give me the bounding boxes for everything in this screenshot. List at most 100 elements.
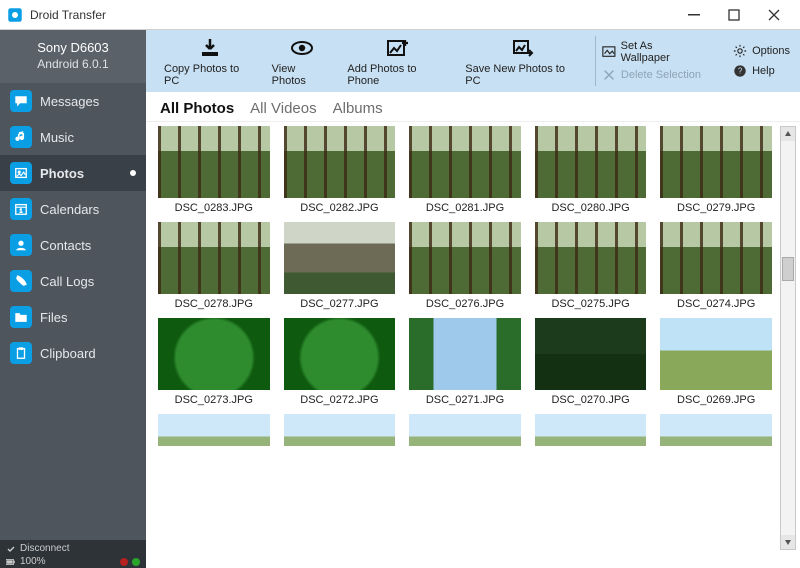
sidebar-item-label: Clipboard	[40, 346, 96, 361]
photo-item[interactable]: DSC_0274.JPG	[660, 222, 772, 310]
photo-thumbnail[interactable]	[158, 318, 270, 390]
minimize-button[interactable]	[674, 1, 714, 29]
toolbar: Copy Photos to PCView PhotosAdd Photos t…	[146, 30, 800, 92]
battery-icon	[6, 557, 16, 567]
photo-item[interactable]: DSC_0278.JPG	[158, 222, 270, 310]
sidebar-item-label: Contacts	[40, 238, 91, 253]
help-icon: ?	[733, 64, 747, 78]
photo-thumbnail[interactable]	[660, 126, 772, 198]
scrollbar[interactable]	[780, 126, 796, 550]
close-button[interactable]	[754, 1, 794, 29]
photo-item[interactable]: DSC_0283.JPG	[158, 126, 270, 214]
photo-item[interactable]: DSC_0269.JPG	[660, 318, 772, 406]
photo-thumbnail[interactable]	[409, 414, 521, 446]
scroll-up-icon[interactable]	[781, 127, 795, 141]
set-wallpaper-button[interactable]: Set As Wallpaper	[602, 40, 703, 64]
photo-thumbnail[interactable]	[158, 222, 270, 294]
photo-thumbnail[interactable]	[409, 318, 521, 390]
sidebar-item-music[interactable]: Music	[0, 119, 146, 155]
photo-thumbnail[interactable]	[284, 222, 396, 294]
sidebar-item-photos[interactable]: Photos	[0, 155, 146, 191]
photo-filename: DSC_0270.JPG	[551, 394, 629, 406]
add-photo-icon	[386, 35, 410, 61]
options-button[interactable]: Options	[733, 44, 790, 58]
view-photos-button[interactable]: View Photos	[264, 30, 340, 92]
maximize-button[interactable]	[714, 1, 754, 29]
photo-thumbnail[interactable]	[158, 126, 270, 198]
music-icon	[10, 126, 32, 148]
photo-item[interactable]: DSC_0271.JPG	[409, 318, 521, 406]
sidebar-item-contacts[interactable]: Contacts	[0, 227, 146, 263]
photo-thumbnail[interactable]	[535, 126, 647, 198]
photo-thumbnail[interactable]	[660, 414, 772, 446]
device-os: Android 6.0.1	[4, 57, 142, 71]
calendar-icon: 1	[10, 198, 32, 220]
scroll-thumb[interactable]	[782, 257, 794, 281]
photo-item[interactable]	[158, 414, 270, 446]
photo-filename: DSC_0275.JPG	[551, 298, 629, 310]
tab-all-videos[interactable]: All Videos	[250, 100, 316, 117]
sidebar-item-call-logs[interactable]: Call Logs	[0, 263, 146, 299]
sidebar-item-label: Photos	[40, 166, 84, 181]
photo-item[interactable]: DSC_0280.JPG	[535, 126, 647, 214]
sidebar-item-files[interactable]: Files	[0, 299, 146, 335]
disconnect-label[interactable]: Disconnect	[20, 543, 69, 554]
phone-icon	[10, 270, 32, 292]
photo-icon	[10, 162, 32, 184]
photo-item[interactable]: DSC_0281.JPG	[409, 126, 521, 214]
svg-text:?: ?	[738, 67, 743, 76]
photo-item[interactable]	[409, 414, 521, 446]
photo-thumbnail[interactable]	[409, 126, 521, 198]
save-new-photos-to-pc-button[interactable]: Save New Photos to PC	[457, 30, 589, 92]
photo-filename: DSC_0283.JPG	[175, 202, 253, 214]
sidebar-item-label: Music	[40, 130, 74, 145]
photo-item[interactable]: DSC_0279.JPG	[660, 126, 772, 214]
photo-item[interactable]	[660, 414, 772, 446]
battery-label: 100%	[20, 556, 46, 567]
sidebar-item-messages[interactable]: Messages	[0, 83, 146, 119]
sidebar-item-clipboard[interactable]: Clipboard	[0, 335, 146, 371]
delete-icon	[602, 68, 616, 82]
scroll-down-icon[interactable]	[781, 535, 795, 549]
photo-item[interactable]: DSC_0275.JPG	[535, 222, 647, 310]
photo-item[interactable]: DSC_0272.JPG	[284, 318, 396, 406]
photo-item[interactable]: DSC_0270.JPG	[535, 318, 647, 406]
photo-thumbnail[interactable]	[284, 126, 396, 198]
app-icon	[6, 6, 24, 24]
photo-filename: DSC_0282.JPG	[300, 202, 378, 214]
help-label: Help	[752, 65, 775, 77]
photo-item[interactable]	[535, 414, 647, 446]
photo-item[interactable]: DSC_0277.JPG	[284, 222, 396, 310]
photo-grid: DSC_0283.JPGDSC_0282.JPGDSC_0281.JPGDSC_…	[158, 126, 794, 446]
sidebar-item-calendars[interactable]: 1Calendars	[0, 191, 146, 227]
photo-thumbnail[interactable]	[660, 222, 772, 294]
toolbar-separator	[595, 36, 596, 86]
contacts-icon	[10, 234, 32, 256]
photo-thumbnail[interactable]	[409, 222, 521, 294]
save-new-icon	[511, 35, 535, 61]
photo-item[interactable]: DSC_0282.JPG	[284, 126, 396, 214]
eye-icon	[290, 35, 314, 61]
photo-item[interactable]	[284, 414, 396, 446]
copy-photos-to-pc-button[interactable]: Copy Photos to PC	[156, 30, 264, 92]
photo-thumbnail[interactable]	[660, 318, 772, 390]
options-label: Options	[752, 45, 790, 57]
photo-filename: DSC_0273.JPG	[175, 394, 253, 406]
sidebar-item-label: Messages	[40, 94, 99, 109]
tab-all-photos[interactable]: All Photos	[160, 100, 234, 117]
photo-item[interactable]: DSC_0273.JPG	[158, 318, 270, 406]
photo-grid-wrap: DSC_0283.JPGDSC_0282.JPGDSC_0281.JPGDSC_…	[146, 122, 800, 554]
photo-thumbnail[interactable]	[284, 414, 396, 446]
photo-thumbnail[interactable]	[284, 318, 396, 390]
tab-albums[interactable]: Albums	[333, 100, 383, 117]
photo-item[interactable]: DSC_0276.JPG	[409, 222, 521, 310]
add-photos-to-phone-button[interactable]: Add Photos to Phone	[339, 30, 457, 92]
photo-thumbnail[interactable]	[535, 318, 647, 390]
photo-thumbnail[interactable]	[158, 414, 270, 446]
help-button[interactable]: ? Help	[733, 64, 790, 78]
photo-filename: DSC_0276.JPG	[426, 298, 504, 310]
photo-thumbnail[interactable]	[535, 222, 647, 294]
photo-thumbnail[interactable]	[535, 414, 647, 446]
app-title: Droid Transfer	[30, 8, 674, 22]
delete-selection-label: Delete Selection	[621, 69, 701, 81]
